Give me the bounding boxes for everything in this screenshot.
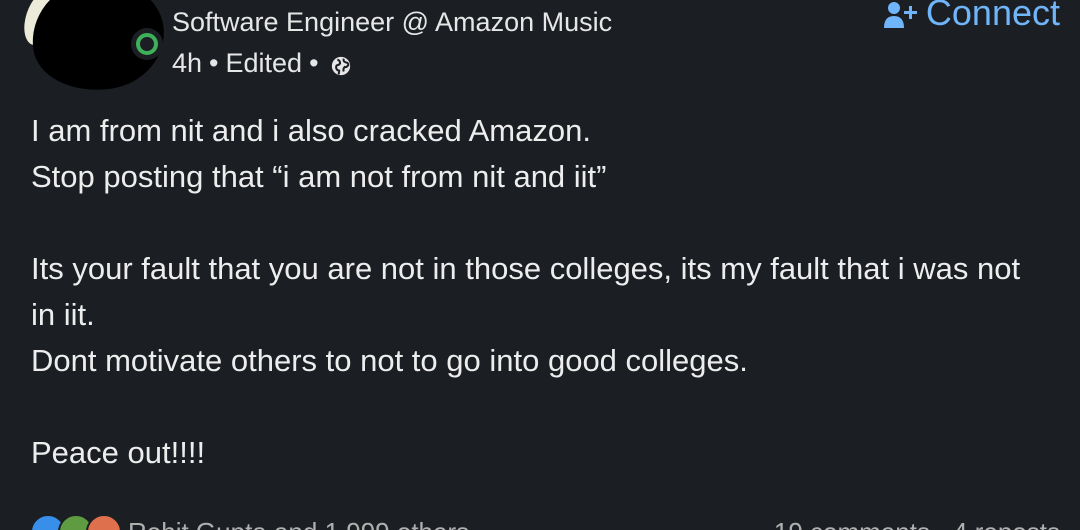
post-line: Dont motivate others to not to go into g… — [31, 343, 748, 378]
add-person-icon — [883, 2, 917, 28]
meta-separator: • — [209, 48, 219, 78]
edited-label: Edited — [225, 48, 303, 78]
author-avatar[interactable] — [18, 0, 172, 100]
connect-button[interactable]: Connect — [883, 0, 1060, 34]
meta-separator: • — [309, 48, 319, 78]
reactions-text[interactable]: Rohit Gupta and 1,999 others — [128, 517, 469, 530]
connect-label: Connect — [925, 0, 1060, 33]
reactions-summary[interactable] — [30, 514, 122, 530]
comments-reposts-count[interactable]: 19 comments · 4 reposts — [774, 517, 1060, 530]
post-line: Its your fault that you are not in those… — [31, 251, 1021, 332]
post-line: Stop posting that “i am not from nit and… — [31, 159, 607, 194]
post-line: Peace out!!!! — [31, 435, 206, 470]
love-icon — [86, 514, 122, 530]
globe-icon — [331, 56, 350, 75]
online-status-icon — [136, 33, 158, 55]
post-line: I am from nit and i also cracked Amazon. — [31, 113, 591, 148]
social-counts-bar: Rohit Gupta and 1,999 others 19 comments… — [30, 512, 1060, 530]
post-body: I am from nit and i also cracked Amazon.… — [31, 108, 1051, 476]
author-headline[interactable]: Software Engineer @ Amazon Music — [172, 7, 612, 38]
post-meta: 4h • Edited • — [172, 48, 352, 79]
post-timestamp: 4h — [172, 48, 203, 78]
